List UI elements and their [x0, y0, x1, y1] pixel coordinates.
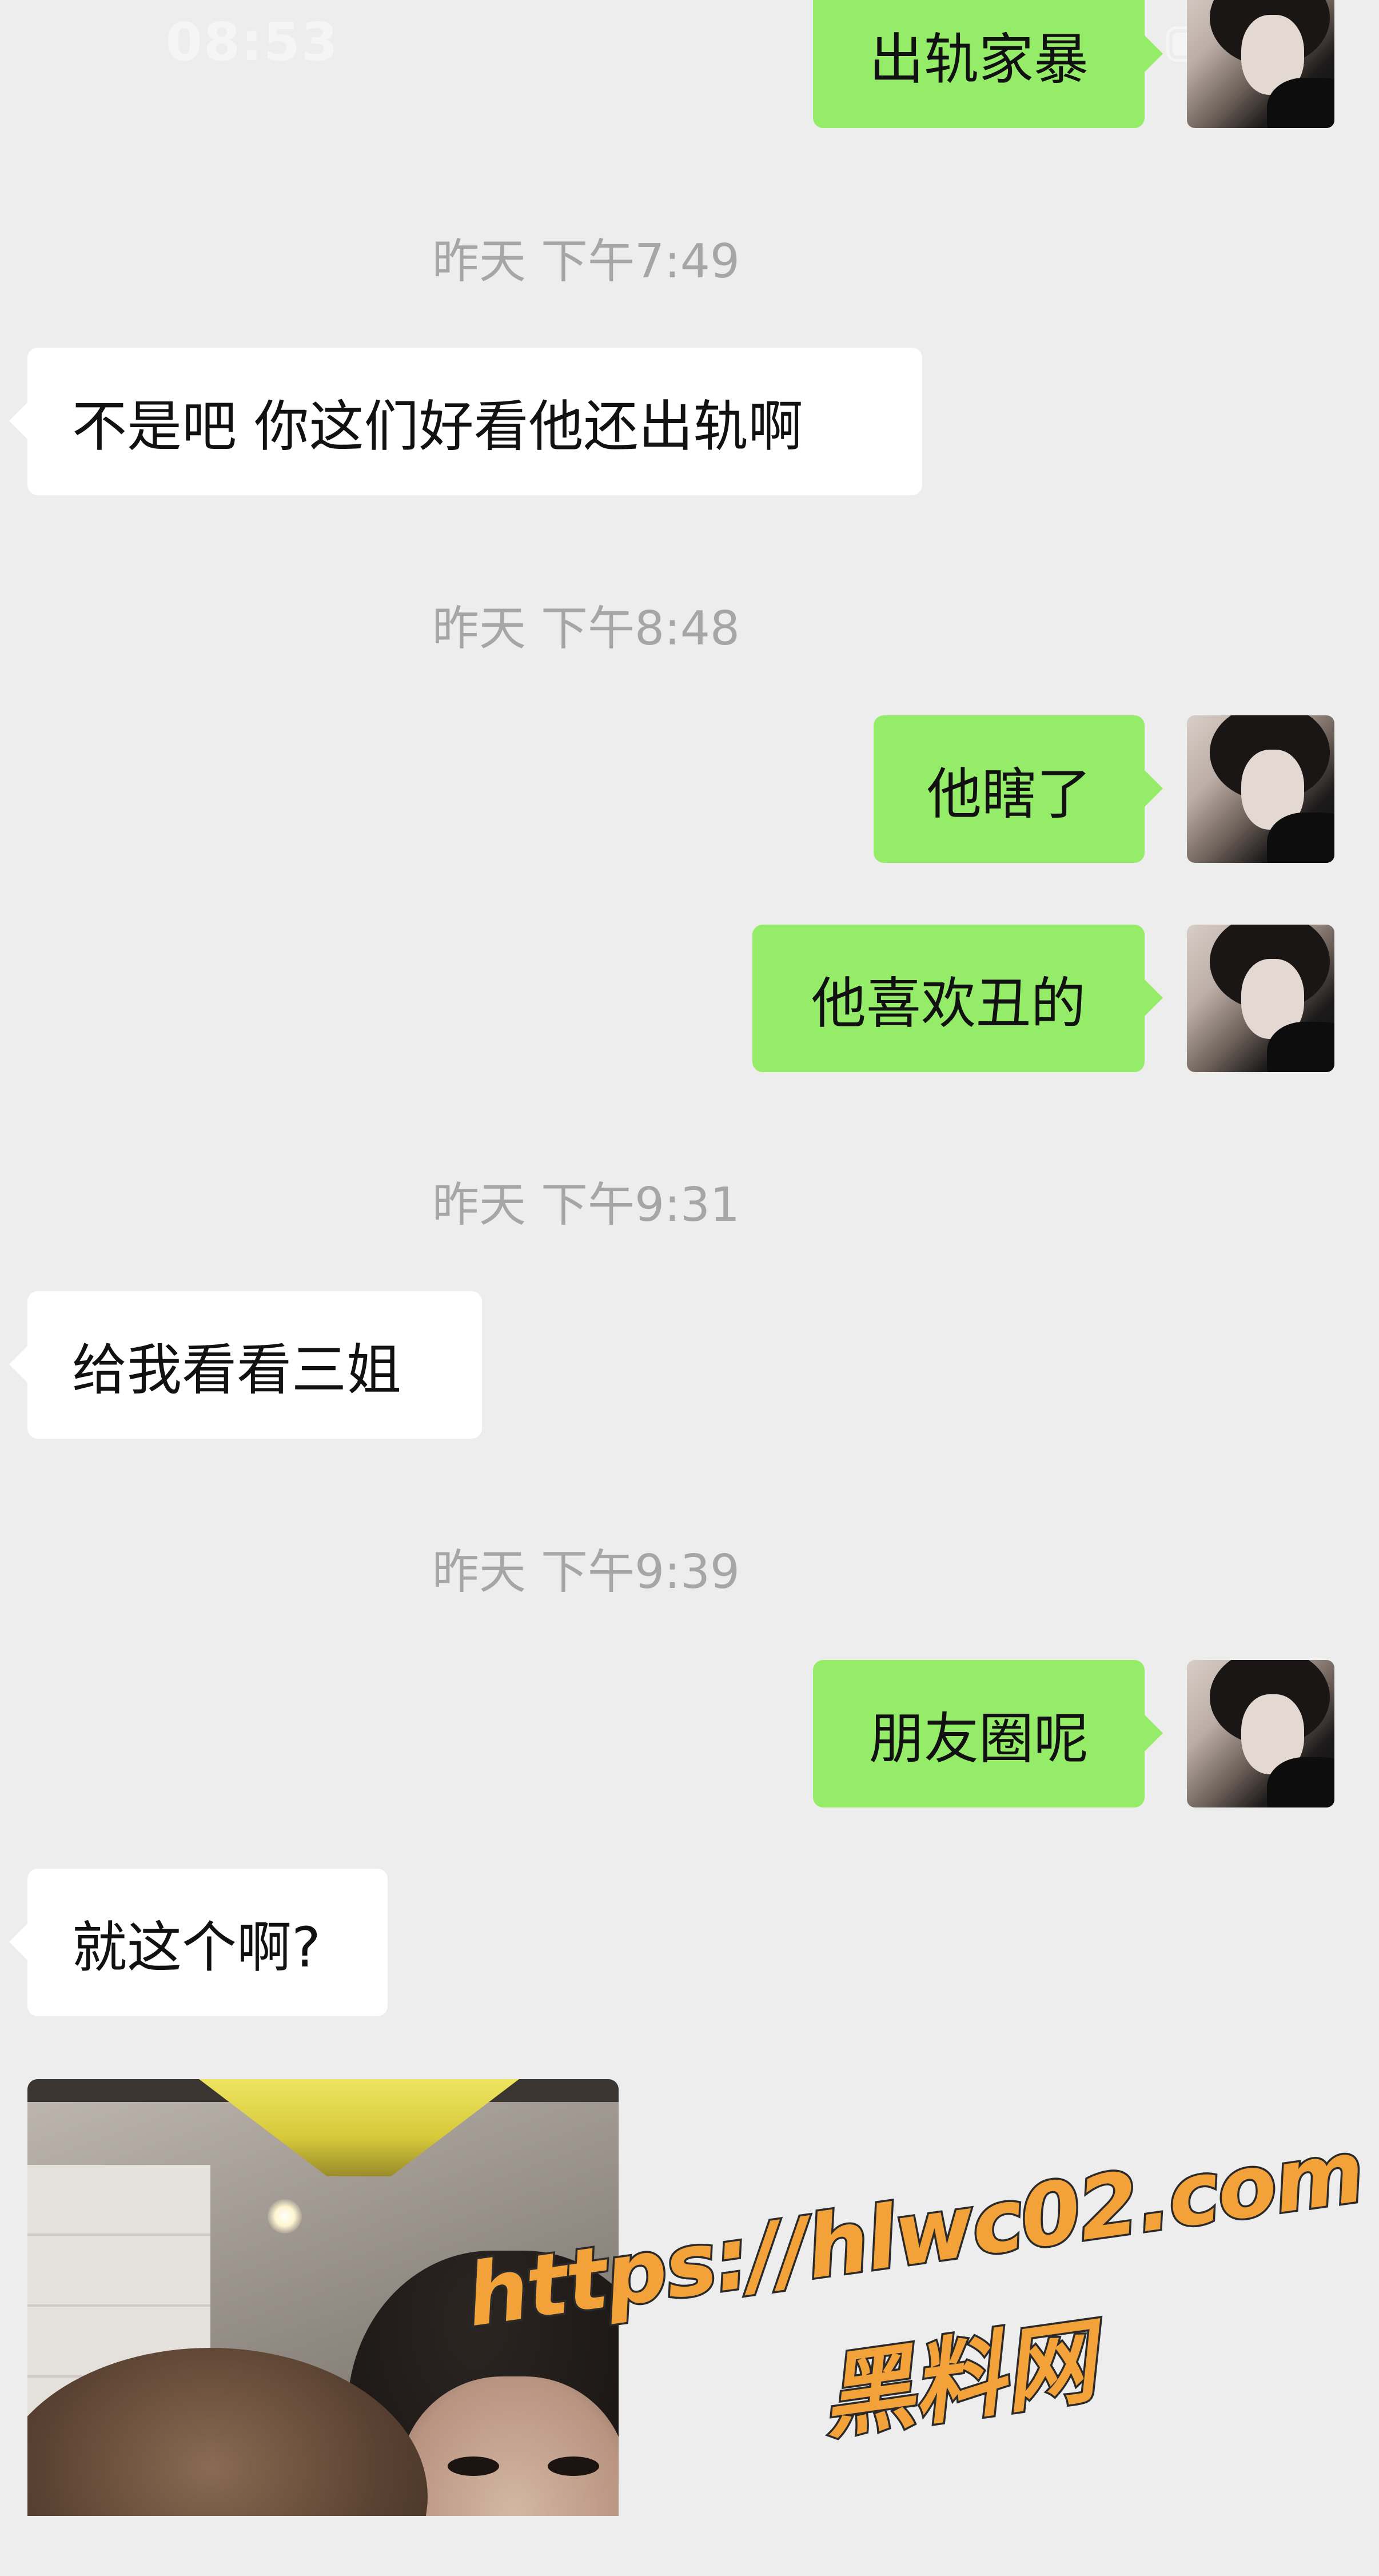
- message-text: 他喜欢丑的: [811, 971, 1086, 1036]
- avatar[interactable]: [1187, 0, 1334, 128]
- watermark-name: 黑料网: [813, 2306, 1103, 2454]
- message-bubble-outgoing[interactable]: 朋友圈呢: [813, 1660, 1163, 1807]
- status-time: 08:53: [166, 11, 339, 73]
- timestamp: 昨天 下午8:48: [432, 602, 740, 656]
- timestamp: 昨天 下午9:31: [432, 1178, 740, 1232]
- message-text: 给我看看三姐: [72, 1337, 401, 1402]
- avatar[interactable]: [1187, 715, 1334, 863]
- message-text: 朋友圈呢: [869, 1706, 1089, 1771]
- message-bubble-outgoing[interactable]: 他喜欢丑的: [752, 925, 1163, 1072]
- message-bubble-incoming[interactable]: 就这个啊?: [9, 1869, 388, 2016]
- message-text: 出轨家暴: [869, 27, 1089, 91]
- avatar[interactable]: [1187, 925, 1334, 1072]
- status-bar: 08:53 5G: [0, 0, 1379, 91]
- message-bubble-outgoing[interactable]: 出轨家暴: [813, 0, 1163, 128]
- timestamp: 昨天 下午9:39: [432, 1545, 740, 1599]
- timestamp: 昨天 下午7:49: [432, 234, 740, 289]
- message-bubble-incoming[interactable]: 不是吧 你这们好看他还出轨啊: [9, 348, 922, 495]
- message-text: 他瞎了: [927, 762, 1091, 826]
- message-text: 不是吧 你这们好看他还出轨啊: [72, 394, 803, 459]
- avatar[interactable]: [1187, 1660, 1334, 1807]
- message-text: 就这个啊?: [72, 1915, 321, 1980]
- message-bubble-incoming[interactable]: 给我看看三姐: [9, 1291, 482, 1439]
- message-bubble-outgoing[interactable]: 他瞎了: [874, 715, 1163, 863]
